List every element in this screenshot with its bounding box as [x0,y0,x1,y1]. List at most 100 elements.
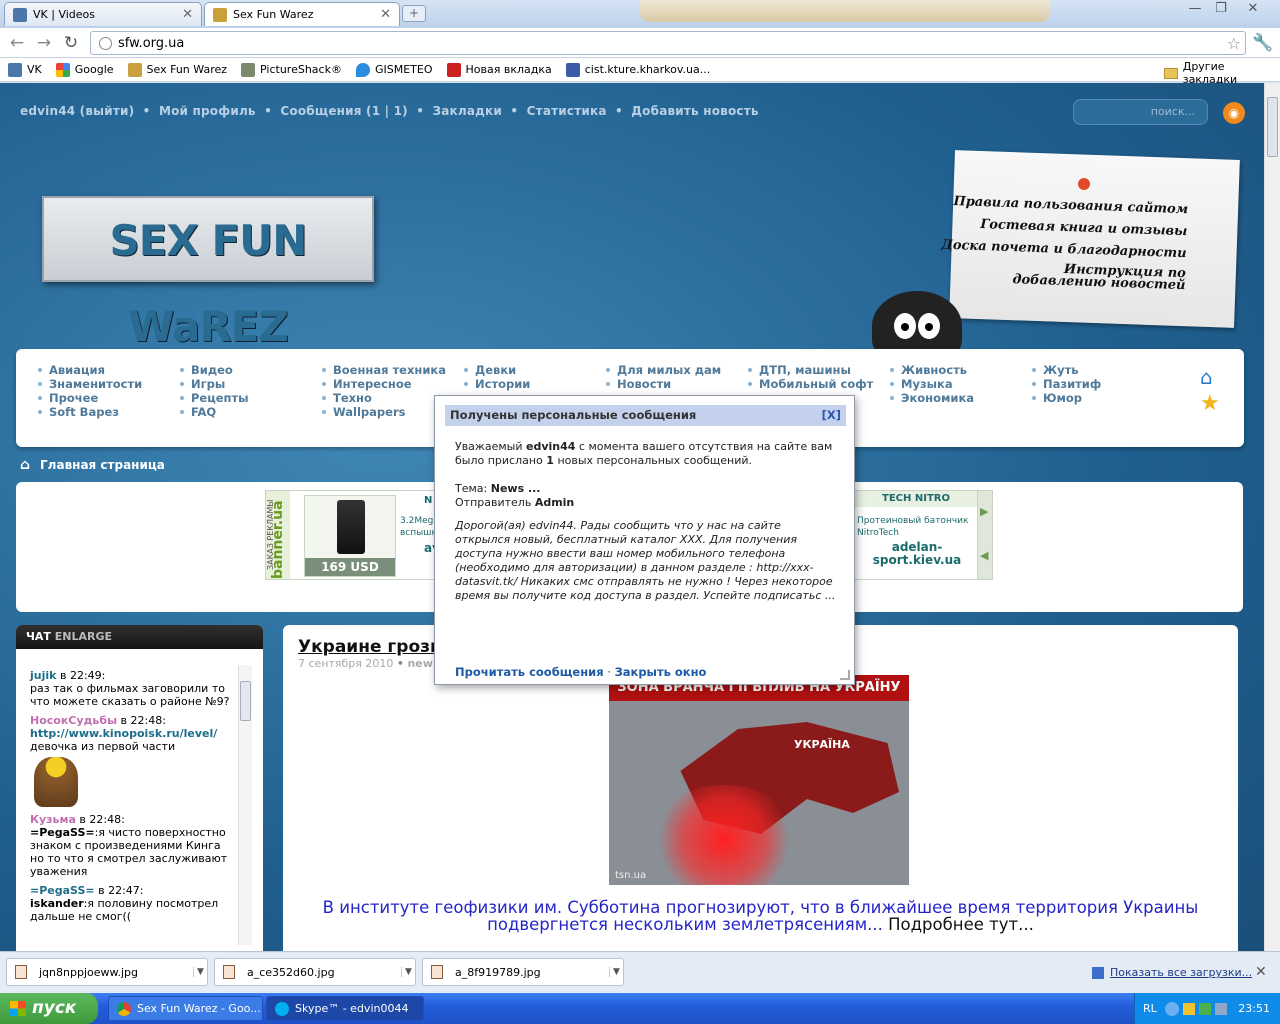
reload-icon[interactable]: ↻ [60,33,82,53]
banner-prev-icon[interactable]: ◀ [980,549,988,562]
nav-bookmarks[interactable]: Закладки [433,104,503,118]
menu-item[interactable]: Пазитиф [1030,377,1101,391]
menu-item[interactable]: Игры [178,377,249,391]
nav-messages[interactable]: Сообщения (1 | 1) [280,104,407,118]
taskbar-item-skype[interactable]: Skype™ - edvin0044 [266,996,424,1021]
menu-item[interactable]: Авиация [36,363,142,377]
bookmark-new-tab[interactable]: Новая вкладка [446,62,552,77]
menu-item[interactable]: FAQ [178,405,249,419]
resize-handle-icon[interactable] [840,670,850,680]
menu-item[interactable]: Мобильный софт [746,377,873,391]
home-icon[interactable]: ⌂ [1200,365,1213,389]
tab-sex-fun-warez[interactable]: Sex Fun Warez ✕ [204,2,400,26]
ad-banner-right[interactable]: TECH NITRO Протеиновый батончик NitroTec… [854,490,993,580]
chat-nick[interactable]: Кузьма [30,813,76,826]
chevron-down-icon[interactable]: ▼ [193,967,207,977]
site-search-input[interactable]: поиск... [1073,99,1208,125]
read-more-link[interactable]: Подробнее тут... [883,915,1034,934]
close-window-button[interactable]: ✕ [1242,0,1264,18]
forward-arrow-icon[interactable]: → [33,33,55,53]
menu-item[interactable]: Живность [888,363,974,377]
link-honor-board[interactable]: Доска почета и благодарности [941,238,1187,262]
page-scroll-thumb[interactable] [1267,97,1278,157]
menu-item[interactable]: Истории [462,377,530,391]
menu-item[interactable]: Видео [178,363,249,377]
menu-item[interactable]: Девки [462,363,530,377]
download-item[interactable]: a_8f919789.jpg ▼ [422,958,624,986]
bookmark-pictureshack[interactable]: PictureShack® [241,62,342,77]
bookmark-vk[interactable]: VK [8,62,42,77]
taskbar-item-chrome[interactable]: Sex Fun Warez - Goo... [108,996,263,1021]
url-input[interactable] [118,35,1198,51]
bookmark-gismeteo[interactable]: GISMETEO [355,62,433,77]
popup-close-button[interactable]: [X] [822,405,841,426]
chat-scroll-thumb[interactable] [240,681,251,721]
nav-username-logout[interactable]: edvin44 (выйти) [20,104,134,118]
tab-vk-videos[interactable]: VK | Videos ✕ [4,2,202,26]
chat-link[interactable]: http://www.kinopoisk.ru/level/ [30,727,217,740]
menu-item[interactable]: Жуть [1030,363,1101,377]
site-logo[interactable]: SEX FUN WaREZ [42,196,374,351]
link-instructions[interactable]: Инструкция по добавлению новостей [985,261,1186,293]
banner-link[interactable]: adelan-sport.kiev.ua [857,541,977,567]
wrench-menu-icon[interactable]: 🔧 [1252,33,1273,53]
bookmark-cist-kture[interactable]: cist.kture.kharkov.ua... [565,62,710,77]
chat-nick[interactable]: =PegaSS= [30,884,95,897]
menu-item[interactable]: Музыка [888,377,974,391]
close-window-link[interactable]: Закрыть окно [615,665,707,679]
menu-item[interactable]: Soft Варез [36,405,142,419]
breadcrumb-home-link[interactable]: Главная страница [40,458,165,472]
article-title[interactable]: Украине грози [298,637,442,657]
chat-nick[interactable]: jujik [30,669,56,682]
tray-app-icon[interactable] [1198,1002,1211,1015]
page-scrollbar[interactable] [1264,83,1280,951]
rss-icon[interactable]: ◉ [1223,102,1245,124]
menu-item[interactable]: Юмор [1030,391,1101,405]
menu-item[interactable]: Новости [604,377,721,391]
language-indicator[interactable]: RL [1143,1002,1157,1015]
menu-item[interactable]: Знаменитости [36,377,142,391]
ad-banner-left[interactable]: ЗАКАЗ РЕКЛАМЫ banner.ua 169 USD N 3.2Meg… [265,490,445,580]
close-tab-icon[interactable]: ✕ [380,7,391,22]
clock[interactable]: 23:51 [1238,1002,1270,1015]
chevron-down-icon[interactable]: ▼ [401,967,415,977]
back-arrow-icon[interactable]: ← [6,33,28,53]
menu-item[interactable]: Wallpapers [320,405,446,419]
link-rules[interactable]: Правила пользования сайтом [953,194,1188,217]
tray-app-icon[interactable] [1182,1002,1195,1015]
bookmark-star-icon[interactable]: ☆ [1227,34,1241,53]
nav-statistics[interactable]: Статистика [527,104,607,118]
new-tab-button[interactable]: + [402,5,426,22]
tray-network-icon[interactable] [1214,1002,1227,1015]
address-bar[interactable]: ☆ [90,31,1246,55]
read-messages-link[interactable]: Прочитать сообщения [455,665,604,679]
chat-nick[interactable]: НосокСудьбы [30,714,117,727]
show-all-downloads-link[interactable]: Показать все загрузки... [1092,966,1252,979]
chevron-down-icon[interactable]: ▼ [609,967,623,977]
menu-item[interactable]: Для милых дам [604,363,721,377]
banner-next-icon[interactable]: ▶ [980,505,988,518]
bookmark-google[interactable]: Google [55,62,114,77]
favorites-star-icon[interactable]: ★ [1200,391,1220,416]
menu-item[interactable]: Интересное [320,377,446,391]
chat-enlarge-button[interactable]: ENLARGE [55,630,112,643]
menu-item[interactable]: Техно [320,391,446,405]
download-item[interactable]: a_ce352d60.jpg ▼ [214,958,416,986]
menu-item[interactable]: Рецепты [178,391,249,405]
start-button[interactable]: пуск [0,993,98,1024]
minimize-button[interactable]: — [1184,0,1206,18]
bookmark-sex-fun-warez[interactable]: Sex Fun Warez [127,62,227,77]
article-category[interactable]: new [407,657,432,670]
nav-my-profile[interactable]: Мой профиль [159,104,256,118]
tray-expand-icon[interactable] [1164,1001,1179,1016]
nav-add-news[interactable]: Добавить новость [631,104,758,118]
menu-item[interactable]: Экономика [888,391,974,405]
menu-item[interactable]: Прочее [36,391,142,405]
menu-item[interactable]: ДТП, машины [746,363,873,377]
close-shelf-icon[interactable]: ✕ [1255,964,1267,980]
close-tab-icon[interactable]: ✕ [182,7,193,22]
chat-scrollbar[interactable] [238,665,252,945]
menu-item[interactable]: Военная техника [320,363,446,377]
download-item[interactable]: jqn8nppjoeww.jpg ▼ [6,958,208,986]
link-guestbook[interactable]: Гостевая книга и отзывы [980,217,1188,239]
